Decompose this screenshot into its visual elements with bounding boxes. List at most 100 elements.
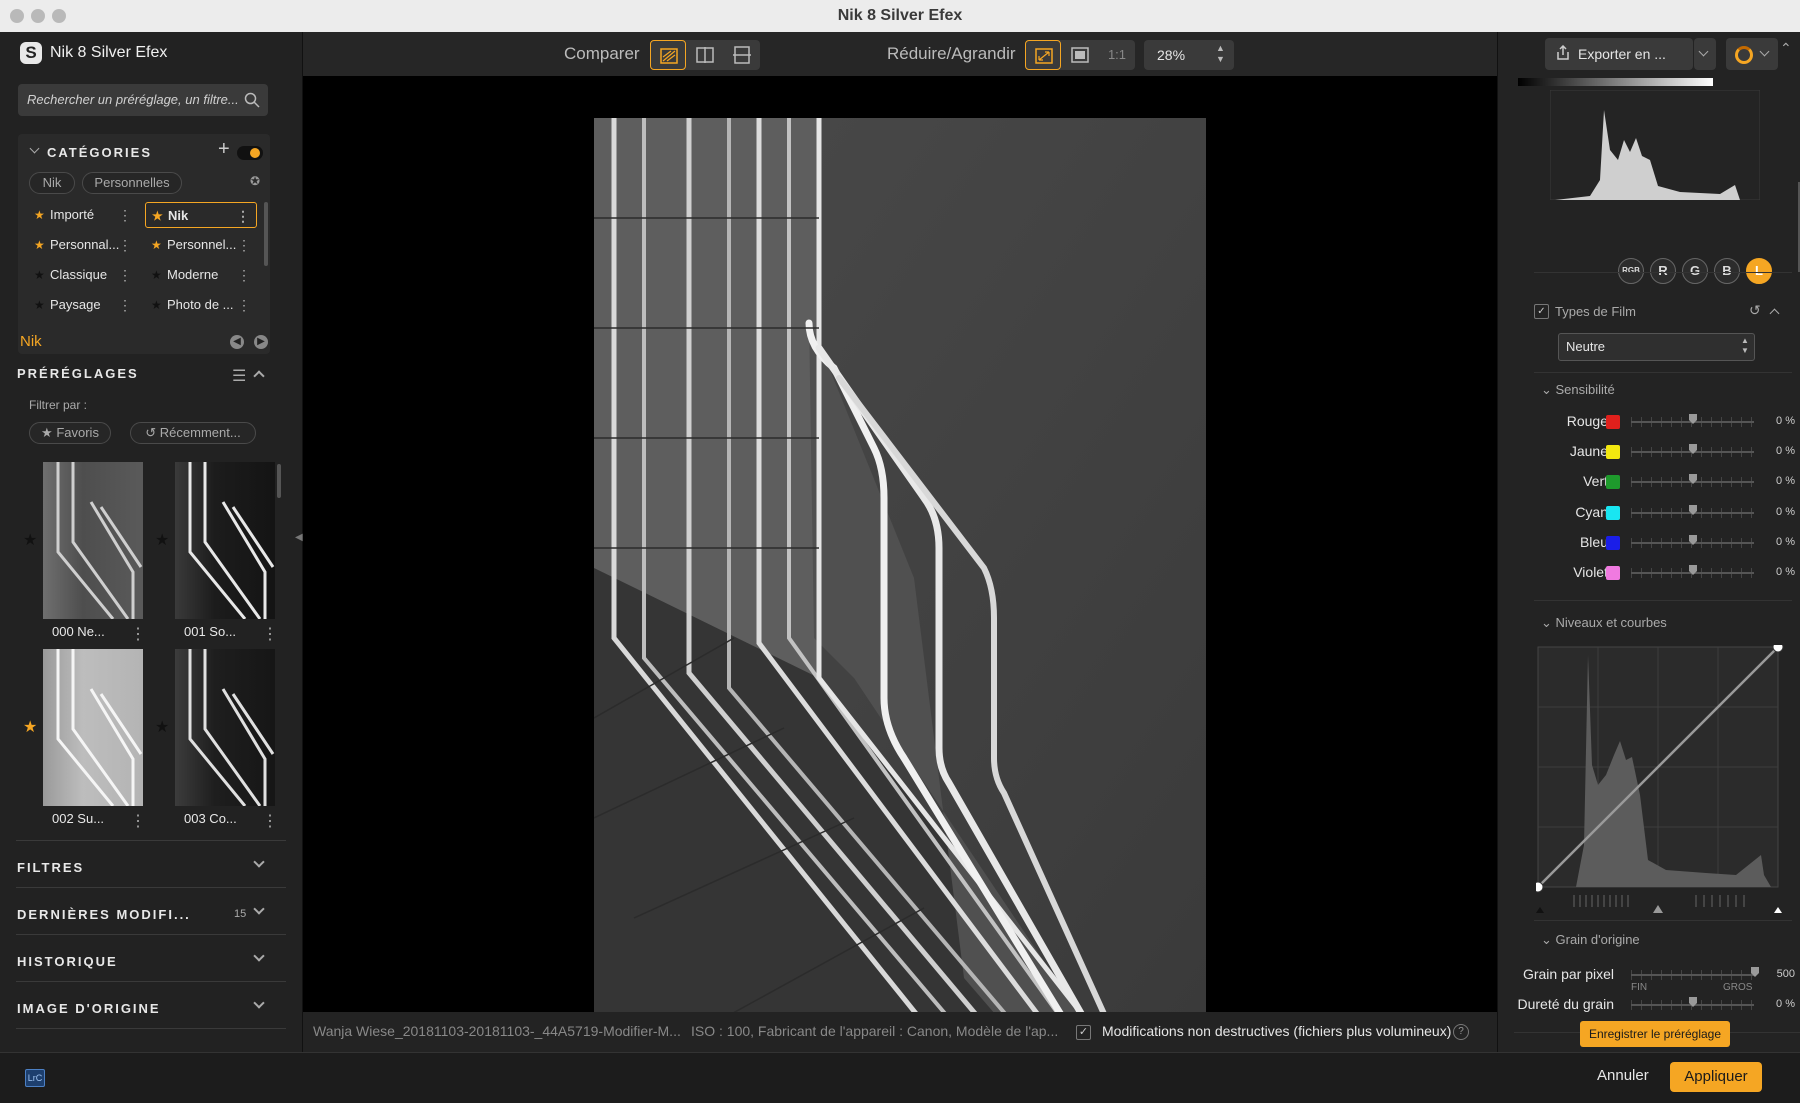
chevron-down-icon[interactable] bbox=[253, 950, 265, 962]
chevron-down-icon[interactable] bbox=[253, 997, 265, 1009]
nondestructive-checkbox[interactable]: ✓ bbox=[1076, 1025, 1091, 1040]
more-icon[interactable]: ⋮ bbox=[118, 202, 132, 228]
section-history[interactable]: HISTORIQUE bbox=[17, 954, 118, 969]
reset-icon[interactable]: ↺ bbox=[1749, 302, 1761, 319]
white-point-handle bbox=[1774, 907, 1782, 913]
filter-recent-button[interactable]: ↺ Récemment... bbox=[130, 422, 256, 444]
more-icon[interactable]: ⋮ bbox=[236, 203, 250, 229]
curves-chart[interactable] bbox=[1536, 645, 1784, 915]
help-icon[interactable]: ? bbox=[1453, 1024, 1469, 1040]
tab-nik[interactable]: Nik bbox=[29, 172, 75, 194]
section-original-image[interactable]: IMAGE D'ORIGINE bbox=[17, 1001, 161, 1016]
save-preset-button[interactable]: Enregistrer le préréglage bbox=[1580, 1021, 1730, 1047]
star-icon: ★ bbox=[34, 238, 45, 252]
category-item-nik[interactable]: ★ Nik ⋮ bbox=[145, 202, 257, 228]
star-icon[interactable]: ★ bbox=[23, 530, 37, 550]
channel-rgb-button[interactable]: RGB bbox=[1618, 258, 1644, 284]
star-icon[interactable]: ★ bbox=[23, 717, 37, 737]
star-icon: ★ bbox=[151, 298, 162, 312]
star-icon[interactable]: ★ bbox=[155, 530, 169, 550]
zoom-select[interactable]: 28% ▲ ▼ bbox=[1144, 40, 1234, 70]
section-filters[interactable]: FILTRES bbox=[17, 860, 84, 875]
categories-toggle[interactable] bbox=[237, 146, 263, 160]
more-icon[interactable]: ⋮ bbox=[262, 811, 278, 831]
more-icon[interactable]: ⋮ bbox=[118, 292, 132, 318]
next-icon[interactable]: ▶ bbox=[254, 335, 268, 349]
film-collapse-icon[interactable] bbox=[1769, 308, 1780, 319]
collapse-left-icon[interactable]: ◀ bbox=[295, 532, 303, 543]
more-icon[interactable]: ⋮ bbox=[237, 262, 251, 288]
presets-collapse-icon[interactable] bbox=[253, 370, 265, 382]
star-icon[interactable]: ★ bbox=[155, 717, 169, 737]
fit-button[interactable] bbox=[1025, 40, 1061, 70]
grain-per-pixel-slider[interactable] bbox=[1631, 974, 1754, 976]
channel-l-button[interactable]: L bbox=[1746, 258, 1772, 284]
favorite-filter-icon[interactable]: ✪ bbox=[250, 174, 260, 188]
tab-personnelles[interactable]: Personnelles bbox=[82, 172, 182, 194]
more-icon[interactable]: ⋮ bbox=[118, 232, 132, 258]
more-icon[interactable]: ⋮ bbox=[130, 624, 146, 644]
export-dropdown[interactable] bbox=[1694, 38, 1716, 70]
category-item-importe[interactable]: ★ Importé ⋮ bbox=[28, 202, 138, 228]
exif-text: ISO : 100, Fabricant de l'appareil : Can… bbox=[691, 1023, 1059, 1039]
sensitivity-row-jaune: Jaune 0 % bbox=[1569, 443, 1795, 459]
category-item-moderne[interactable]: ★ Moderne ⋮ bbox=[145, 262, 257, 288]
more-icon[interactable]: ⋮ bbox=[237, 232, 251, 258]
plugin-switcher[interactable] bbox=[1726, 38, 1778, 70]
channel-g-button[interactable]: G bbox=[1682, 258, 1708, 284]
chevron-down-icon bbox=[1698, 46, 1709, 57]
green-swatch bbox=[1606, 475, 1620, 489]
category-item-photo[interactable]: ★ Photo de ... ⋮ bbox=[145, 292, 257, 318]
window-title: Nik 8 Silver Efex bbox=[837, 7, 963, 24]
preset-thumbnail-001[interactable] bbox=[175, 462, 275, 619]
list-view-icon[interactable]: ☰ bbox=[232, 366, 246, 386]
categories-title: CATÉGORIES bbox=[47, 145, 152, 160]
curve-point-white bbox=[1772, 645, 1784, 653]
more-icon[interactable]: ⋮ bbox=[118, 262, 132, 288]
one-to-one-button[interactable]: 1:1 bbox=[1099, 40, 1135, 70]
chevron-down-icon[interactable] bbox=[253, 856, 265, 868]
compare-split-horizontal-button[interactable] bbox=[724, 40, 760, 70]
channel-r-button[interactable]: R bbox=[1650, 258, 1676, 284]
more-icon[interactable]: ⋮ bbox=[237, 292, 251, 318]
more-icon[interactable]: ⋮ bbox=[262, 624, 278, 644]
filter-favorites-button[interactable]: ★ Favoris bbox=[29, 422, 111, 444]
nondestructive-label: Modifications non destructives (fichiers… bbox=[1102, 1023, 1452, 1039]
star-icon: ★ bbox=[151, 268, 162, 282]
compare-overlay-button[interactable] bbox=[650, 40, 686, 70]
cancel-button[interactable]: Annuler bbox=[1597, 1067, 1649, 1084]
zoom-label: Réduire/Agrandir bbox=[887, 44, 1016, 63]
collapse-up-icon[interactable]: ⌃ bbox=[1780, 40, 1792, 57]
share-icon bbox=[1557, 45, 1569, 60]
preset-thumbnail-003[interactable] bbox=[175, 649, 275, 806]
fill-button[interactable] bbox=[1062, 40, 1098, 70]
add-category-icon[interactable]: + bbox=[218, 138, 230, 161]
grain-title[interactable]: ⌄ Grain d'origine bbox=[1541, 932, 1640, 948]
star-icon: ★ bbox=[151, 238, 162, 252]
film-type-select[interactable]: Neutre ▲ ▼ bbox=[1558, 333, 1755, 361]
split-horizontal-icon bbox=[733, 46, 751, 64]
preset-thumbnail-002[interactable] bbox=[43, 649, 143, 806]
preset-label: 000 Ne... bbox=[52, 624, 105, 639]
image-canvas[interactable] bbox=[303, 76, 1497, 1036]
levels-title[interactable]: ⌄ Niveaux et courbes bbox=[1541, 615, 1667, 631]
section-recent-edits[interactable]: DERNIÈRES MODIFI... bbox=[17, 907, 191, 922]
more-icon[interactable]: ⋮ bbox=[130, 811, 146, 831]
export-button[interactable]: Exporter en ... bbox=[1545, 38, 1693, 70]
sensitivity-title[interactable]: ⌄ Sensibilité bbox=[1541, 382, 1615, 398]
apply-button[interactable]: Appliquer bbox=[1670, 1062, 1762, 1092]
yellow-swatch bbox=[1606, 445, 1620, 459]
category-item-personnal[interactable]: ★ Personnal... ⋮ bbox=[28, 232, 138, 258]
category-item-personnel[interactable]: ★ Personnel... ⋮ bbox=[145, 232, 257, 258]
previous-icon[interactable]: ◀ bbox=[230, 335, 244, 349]
compare-split-vertical-button[interactable] bbox=[687, 40, 723, 70]
category-item-classique[interactable]: ★ Classique ⋮ bbox=[28, 262, 138, 288]
channel-b-button[interactable]: B bbox=[1714, 258, 1740, 284]
presets-scrollbar[interactable] bbox=[277, 464, 281, 498]
search-input[interactable]: Rechercher un préréglage, un filtre... bbox=[18, 84, 268, 116]
category-item-paysage[interactable]: ★ Paysage ⋮ bbox=[28, 292, 138, 318]
categories-scrollbar[interactable] bbox=[264, 202, 268, 266]
preset-thumbnail-000[interactable] bbox=[43, 462, 143, 619]
chevron-down-icon[interactable] bbox=[253, 903, 265, 915]
film-types-checkbox[interactable]: ✓ bbox=[1534, 304, 1549, 319]
